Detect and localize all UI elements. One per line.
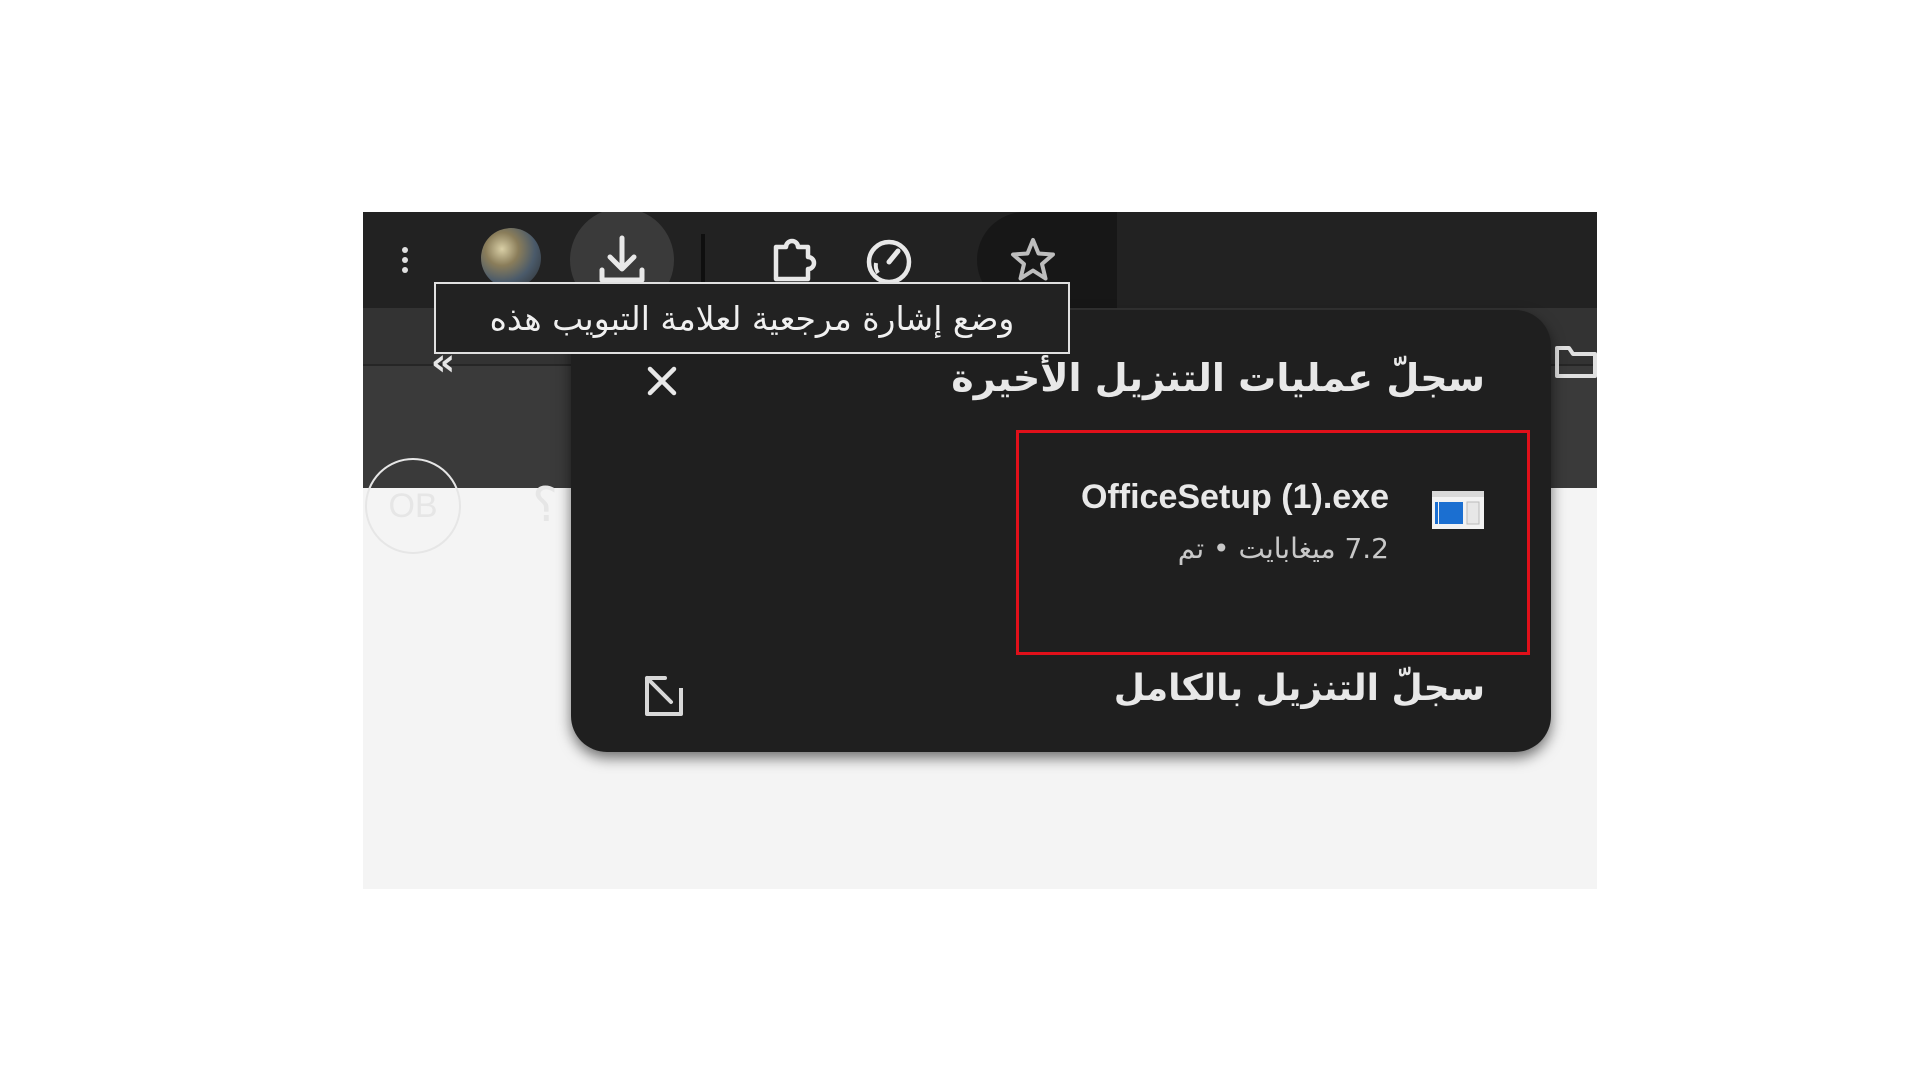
more-vert-icon[interactable]: [393, 232, 417, 288]
panel-title: سجلّ عمليات التنزيل الأخيرة: [951, 356, 1485, 400]
tooltip: وضع إشارة مرجعية لعلامة التبويب هذه: [434, 282, 1070, 354]
close-button[interactable]: [641, 360, 683, 402]
open-in-new-button[interactable]: [641, 672, 689, 720]
toolbar-separator: [701, 234, 705, 284]
bookmark-star-button[interactable]: [1003, 230, 1063, 290]
extensions-puzzle-icon: [773, 238, 817, 282]
close-icon: [647, 366, 677, 396]
bookmark-star-icon: [1011, 238, 1055, 281]
extensions-button[interactable]: [763, 230, 823, 290]
help-icon[interactable]: ؟: [525, 477, 565, 533]
performance-gauge-icon: [866, 239, 912, 285]
highlight-box: [1016, 430, 1530, 655]
avatar[interactable]: OB: [365, 458, 461, 554]
full-history-link[interactable]: سجلّ التنزيل بالكامل: [1114, 668, 1485, 709]
profile-avatar[interactable]: [481, 228, 541, 288]
performance-button[interactable]: [859, 230, 919, 290]
folder-icon[interactable]: [1549, 342, 1597, 382]
download-icon: [599, 235, 645, 283]
open-in-new-icon: [645, 676, 683, 716]
